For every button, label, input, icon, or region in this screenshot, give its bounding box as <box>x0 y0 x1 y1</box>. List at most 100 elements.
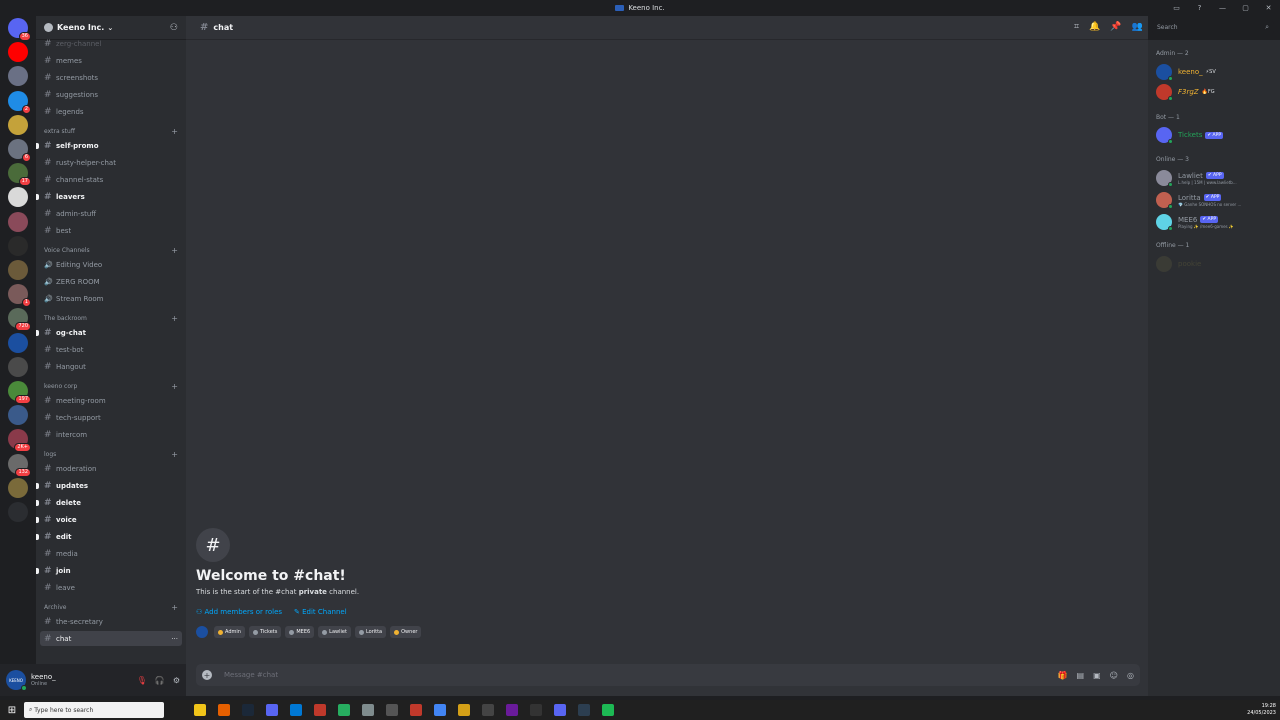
member-item[interactable]: Lawliet ✔ APP L.help | 15M | www.lawlietb.… <box>1156 169 1276 187</box>
discord-home-icon[interactable]: 36 <box>8 18 31 41</box>
role-chip[interactable]: Lawliet <box>318 626 351 638</box>
minimize-button[interactable]: — <box>1211 4 1234 12</box>
firefox-icon[interactable] <box>218 704 230 716</box>
steam-icon[interactable] <box>242 704 254 716</box>
app-icon[interactable] <box>458 704 470 716</box>
close-button[interactable]: ✕ <box>1257 4 1280 12</box>
obs-icon[interactable] <box>314 704 326 716</box>
server-icon[interactable] <box>8 405 28 426</box>
channel-item[interactable]: # edit <box>36 529 182 544</box>
gif-icon[interactable]: ▤ <box>1077 671 1085 680</box>
inbox-icon[interactable]: ▭ <box>1165 4 1188 12</box>
category-header[interactable]: keeno corp + <box>44 382 178 391</box>
plus-icon[interactable]: + <box>171 450 178 459</box>
server-icon[interactable] <box>8 502 28 522</box>
pin-icon[interactable]: 📌 <box>1110 22 1121 32</box>
plus-icon[interactable]: + <box>171 314 178 323</box>
server-icon[interactable]: 132 <box>8 453 31 477</box>
app-icon[interactable] <box>578 704 590 716</box>
app-icon[interactable] <box>554 704 566 716</box>
server-icon[interactable] <box>8 187 28 208</box>
category-header[interactable]: The backroom + <box>44 314 178 323</box>
server-icon[interactable] <box>8 42 28 63</box>
channel-item[interactable]: # moderation <box>40 461 182 476</box>
discord-icon[interactable] <box>266 704 278 716</box>
channel-item[interactable]: # legends <box>40 104 182 119</box>
app-icon[interactable] <box>386 704 398 716</box>
channel-item[interactable]: # zerg-channel <box>40 36 182 51</box>
server-icon[interactable] <box>8 66 28 87</box>
channel-item[interactable]: # media <box>40 546 182 561</box>
server-icon[interactable] <box>8 235 28 256</box>
channel-item[interactable]: # test-bot <box>40 342 182 357</box>
member-item[interactable]: Tickets ✔ APP <box>1156 126 1276 144</box>
channel-item[interactable]: # updates <box>36 478 182 493</box>
channel-item[interactable]: # best <box>40 223 182 238</box>
channel-item[interactable]: # og-chat <box>36 325 182 340</box>
channel-item[interactable]: # channel-stats <box>40 172 182 187</box>
add-member-icon[interactable]: ⚇ <box>170 23 178 33</box>
spotify-icon[interactable] <box>602 704 614 716</box>
server-icon[interactable] <box>8 332 28 353</box>
taskbar-search[interactable]: ⌕ Type here to search <box>24 702 164 718</box>
app-icon[interactable] <box>530 704 542 716</box>
channel-item[interactable]: # admin-stuff <box>40 206 182 221</box>
help-icon[interactable]: ? <box>1188 4 1211 12</box>
server-icon[interactable] <box>8 477 28 498</box>
app-icon[interactable] <box>506 704 518 716</box>
message-composer[interactable]: + Message #chat 🎁 ▤ ▣ ☺ ◎ <box>196 664 1140 686</box>
channel-item[interactable]: # intercom <box>40 427 182 442</box>
edit-channel-link[interactable]: ✎ Edit Channel <box>294 608 347 616</box>
avatar[interactable]: KEENO <box>6 670 27 691</box>
channel-item[interactable]: # rusty-helper-chat <box>40 155 182 170</box>
channel-item[interactable]: # voice <box>36 512 182 527</box>
outlook-icon[interactable] <box>290 704 302 716</box>
plus-icon[interactable]: + <box>171 246 178 255</box>
channel-item[interactable]: # chat ··· <box>40 631 182 646</box>
server-icon[interactable]: 1 <box>8 284 31 308</box>
server-icon[interactable]: 17 <box>8 163 31 187</box>
server-icon[interactable]: 6 <box>8 139 31 162</box>
channel-item[interactable]: # tech-support <box>40 410 182 425</box>
channel-item[interactable]: # leavers <box>36 189 182 204</box>
search-input[interactable]: Search ⌕ <box>1152 21 1274 34</box>
channel-item[interactable]: # self-promo <box>36 138 182 153</box>
member-item[interactable]: keeno_ ⚡SV <box>1156 63 1276 81</box>
channel-item[interactable]: # join <box>36 563 182 578</box>
sticker-icon[interactable]: ▣ <box>1093 671 1101 680</box>
deafen-icon[interactable]: 🎧 <box>155 676 165 685</box>
system-clock[interactable]: 19:28 24/05/2023 <box>1247 703 1276 717</box>
channel-item[interactable]: # leave <box>40 580 182 595</box>
category-header[interactable]: Voice Channels + <box>44 246 178 255</box>
channel-item[interactable]: # delete <box>36 495 182 510</box>
plus-icon[interactable]: + <box>202 670 212 680</box>
server-icon[interactable]: 197 <box>8 381 31 404</box>
channel-item[interactable]: # Hangout <box>40 359 182 374</box>
server-icon[interactable]: 720 <box>8 308 31 332</box>
channel-item[interactable]: # meeting-room <box>40 393 182 408</box>
role-chip[interactable]: Owner <box>390 626 422 638</box>
emoji-icon[interactable]: ☺ <box>1110 671 1118 680</box>
category-header[interactable]: extra stuff + <box>44 127 178 136</box>
server-icon[interactable] <box>8 356 28 377</box>
role-chip[interactable]: Loritta <box>354 626 387 638</box>
bell-icon[interactable]: 🔔 <box>1089 22 1100 32</box>
role-chip[interactable]: MEE6 <box>285 626 315 638</box>
server-icon[interactable]: 2K+ <box>8 429 31 453</box>
threads-icon[interactable]: ⌗ <box>1074 22 1079 32</box>
member-item[interactable]: pookie <box>1156 255 1276 273</box>
add-members-link[interactable]: ⚇ Add members or roles <box>196 608 282 616</box>
windows-start-icon[interactable]: ⊞ <box>0 705 24 716</box>
role-chip[interactable]: Tickets <box>248 626 282 638</box>
member-item[interactable]: F3rgZ 🔥FG <box>1156 83 1276 101</box>
app-icon[interactable] <box>362 704 374 716</box>
channel-item[interactable]: 🔊 ZERG ROOM <box>40 274 182 289</box>
more-icon[interactable]: ··· <box>171 635 178 643</box>
maximize-button[interactable]: ▢ <box>1234 4 1257 12</box>
channel-item[interactable]: 🔊 Editing Video <box>40 257 182 272</box>
plus-icon[interactable]: + <box>171 382 178 391</box>
role-chip[interactable]: Admin <box>214 626 245 638</box>
xbox-icon[interactable] <box>338 704 350 716</box>
category-header[interactable]: logs + <box>44 450 178 459</box>
plus-icon[interactable]: + <box>171 127 178 136</box>
